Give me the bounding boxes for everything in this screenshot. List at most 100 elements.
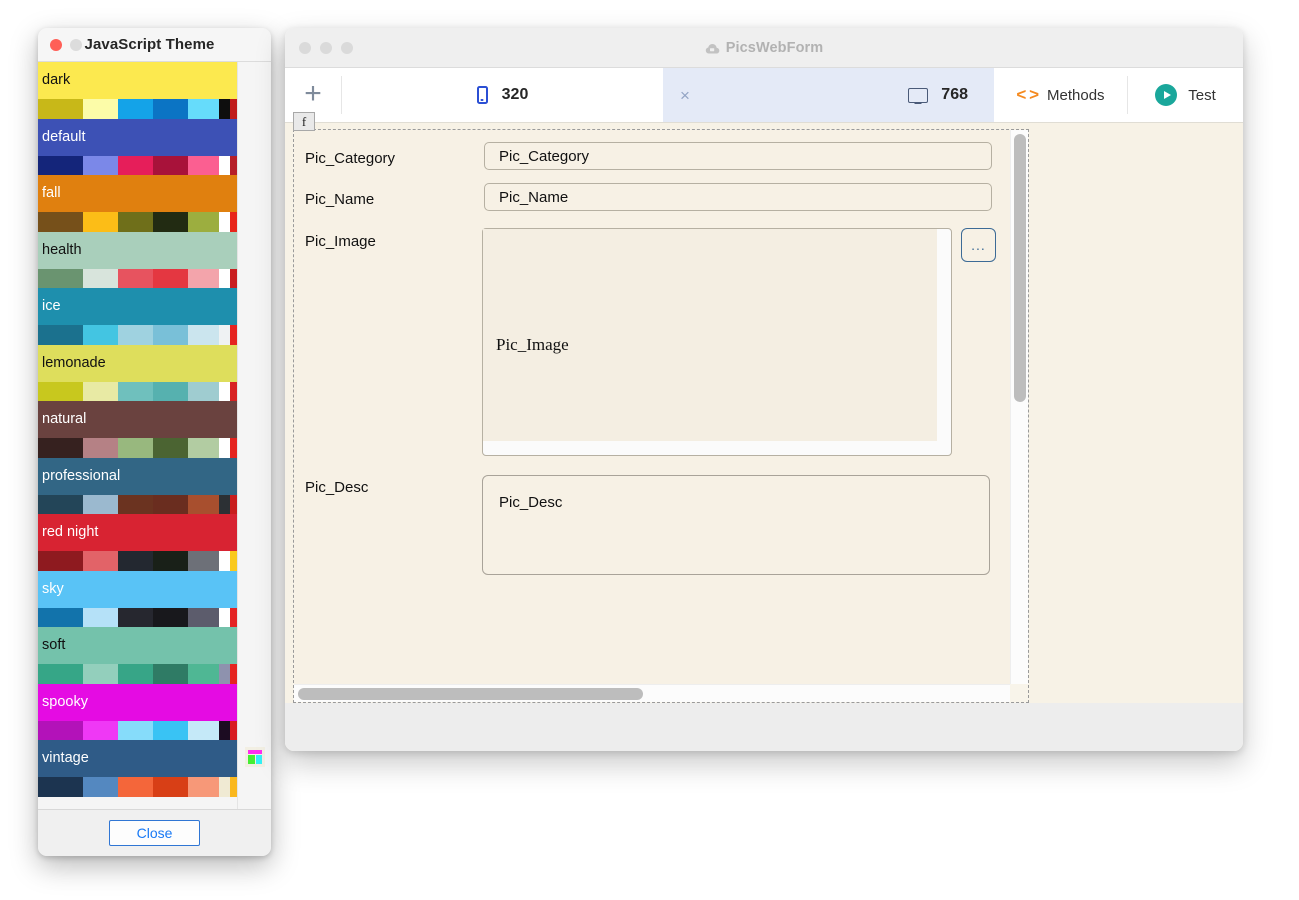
theme-color-swatch [187,268,220,288]
code-angle-brackets-icon: < > [1016,85,1039,104]
theme-color-swatch [219,777,230,797]
main-maximize-button[interactable] [341,41,353,54]
theme-name-label: professional [42,467,121,484]
theme-color-strip [38,155,238,175]
theme-color-swatch [82,381,118,401]
theme-dialog-titlebar: JavaScript Theme [38,28,271,62]
theme-list-item[interactable]: vintage [38,740,238,797]
form-canvas: Pic_Category Pic_Category Pic_Name Pic_N… [294,130,1010,684]
designer-vertical-scroll-thumb[interactable] [1014,134,1026,402]
theme-color-strip [38,607,238,627]
theme-list-item[interactable]: ice [38,288,238,345]
theme-color-swatch [38,777,83,797]
play-circle-icon [1155,84,1178,106]
field-input-pic-category[interactable]: Pic_Category [484,142,992,170]
theme-name-label: red night [42,524,99,541]
theme-color-strip [38,494,238,514]
theme-color-swatch [152,607,188,627]
theme-list-item[interactable]: health [38,231,238,288]
theme-name-label: vintage [42,750,89,767]
theme-list-item[interactable]: natural [38,401,238,458]
theme-name-label: default [42,128,86,145]
theme-color-swatch [38,438,83,458]
theme-color-swatch [82,494,118,514]
theme-list-item[interactable]: default [38,118,238,175]
theme-list-item[interactable]: red night [38,514,238,571]
theme-color-strip [38,438,238,458]
theme-color-swatch [82,664,118,684]
theme-color-swatch [38,381,83,401]
field-input-pic-desc[interactable]: Pic_Desc [482,475,990,575]
field-input-pic-image[interactable]: Pic_Image [482,228,952,456]
theme-list-scroll-gutter[interactable] [237,62,271,809]
picswebform-window: PicsWebForm + 320 × 768 < > Methods Test [285,28,1243,751]
theme-list[interactable]: dark default fall health ice lemonade natural p… [38,62,238,809]
pic-image-placeholder-text: Pic_Image [496,335,569,354]
theme-name-label: lemonade [42,354,106,371]
theme-list-container: dark default fall health ice lemonade natural p… [38,62,271,810]
theme-swatch-header: lemonade [38,344,238,382]
theme-color-swatch [117,777,153,797]
designer-horizontal-scrollbar[interactable] [294,684,1010,702]
theme-swatch-header: red night [38,514,238,551]
theme-swatch-header: default [38,118,238,156]
theme-color-swatch [117,551,153,571]
theme-color-swatch [152,551,188,571]
theme-color-swatch [219,155,230,175]
theme-color-swatch [219,99,230,119]
theme-list-item[interactable]: dark [38,62,238,119]
theme-swatch-header: fall [38,175,238,212]
theme-color-swatch [117,268,153,288]
test-button[interactable]: Test [1128,68,1243,122]
theme-color-swatch [38,325,83,345]
theme-color-swatch [187,325,220,345]
theme-list-item[interactable]: lemonade [38,344,238,401]
field-input-pic-name[interactable]: Pic_Name [484,183,992,211]
form-tab-handle[interactable]: f [293,112,315,131]
theme-color-swatch [152,664,188,684]
viewport-height-control[interactable]: × 768 [663,68,994,122]
methods-label: Methods [1047,86,1105,104]
multiply-icon: × [680,85,690,105]
main-close-button[interactable] [299,41,311,54]
theme-color-swatch [117,664,153,684]
theme-color-swatch [152,720,188,740]
phone-icon [476,86,488,104]
palette-icon[interactable] [245,747,265,767]
theme-color-swatch [117,99,153,119]
theme-color-swatch [219,664,230,684]
theme-color-swatch [187,212,220,232]
theme-color-swatch [152,438,188,458]
theme-list-item[interactable]: sky [38,570,238,627]
close-button[interactable]: Close [109,820,200,846]
test-label: Test [1188,86,1216,104]
designer-vertical-scrollbar[interactable] [1010,130,1028,684]
pic-desc-placeholder-text: Pic_Desc [499,494,563,511]
theme-color-strip [38,551,238,571]
theme-color-swatch [152,777,188,797]
viewport-height-value: 768 [941,86,968,103]
theme-color-strip [38,720,238,740]
theme-swatch-header: soft [38,627,238,664]
browse-image-button[interactable]: ... [961,228,996,262]
main-window-title: PicsWebForm [725,39,824,56]
theme-color-swatch [187,99,220,119]
theme-dialog-title: JavaScript Theme [84,36,215,53]
theme-color-swatch [82,155,118,175]
theme-color-swatch [187,664,220,684]
main-minimize-button[interactable] [320,41,332,54]
theme-color-swatch [117,381,153,401]
theme-color-swatch [82,325,118,345]
theme-list-item[interactable]: spooky [38,683,238,740]
theme-color-swatch [82,99,118,119]
theme-list-item[interactable]: soft [38,627,238,684]
theme-list-item[interactable]: professional [38,457,238,514]
theme-name-label: dark [42,72,71,89]
theme-color-swatch [117,212,153,232]
theme-list-item[interactable]: fall [38,175,238,232]
methods-button[interactable]: < > Methods [994,68,1127,122]
theme-name-label: health [42,241,82,258]
theme-color-swatch [187,438,220,458]
viewport-width-control[interactable]: 320 [342,68,663,122]
designer-horizontal-scroll-thumb[interactable] [298,688,643,700]
